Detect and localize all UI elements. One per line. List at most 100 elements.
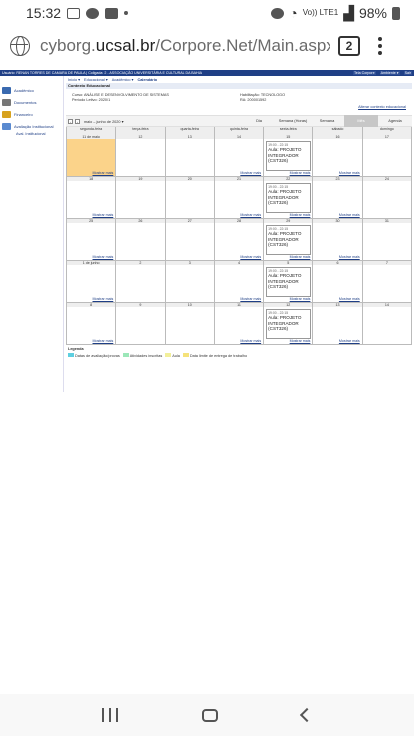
- top-link-ambiente[interactable]: Ambiente ▾: [379, 71, 400, 75]
- calendar-day[interactable]: 24: [362, 177, 412, 218]
- calendar-day[interactable]: 22 19:00 - 22:15 Aula: PROJETO INTEGRADOR (C…: [264, 177, 314, 218]
- calendar-day[interactable]: 8 Mostrar mais: [67, 303, 117, 344]
- calendar-day[interactable]: 2: [116, 261, 166, 302]
- calendar-day[interactable]: 11 Mostrar mais: [214, 303, 265, 344]
- view-semana-horas[interactable]: Semana (Horas): [276, 115, 310, 127]
- breadcrumb-educacional[interactable]: Educacional ▾: [84, 77, 108, 82]
- day-number: 15: [264, 135, 313, 139]
- calendar-day[interactable]: 15 19:00 - 22:15 Aula: PROJETO INTEGRADOR (C…: [264, 135, 314, 176]
- calendar-day[interactable]: 21 Mostrar mais: [214, 177, 265, 218]
- show-more-link[interactable]: Mostrar mais: [339, 255, 360, 259]
- view-mes[interactable]: Mês: [344, 115, 378, 127]
- show-more-link[interactable]: Mostrar mais: [93, 297, 114, 301]
- calendar-day[interactable]: 1 de junho Mostrar mais: [67, 261, 117, 302]
- calendar-day[interactable]: 3: [165, 261, 215, 302]
- calendar-day[interactable]: 11 de maio Mostrar mais: [67, 135, 117, 176]
- calendar-day[interactable]: 5 19:00 - 22:15 Aula: PROJETO INTEGRADOR (CS…: [264, 261, 314, 302]
- show-more-link[interactable]: Mostrar mais: [290, 255, 311, 259]
- day-number: 29: [264, 219, 313, 223]
- tab-switcher-button[interactable]: 2: [338, 36, 360, 56]
- change-context-link[interactable]: Alterar contexto educacional: [358, 105, 406, 109]
- periodo-text: Período Letivo: 2020/1: [72, 98, 111, 102]
- view-agenda[interactable]: Agenda: [378, 115, 412, 127]
- calendar-day[interactable]: 17: [362, 135, 412, 176]
- show-more-link[interactable]: Mostrar mais: [240, 255, 261, 259]
- weekday-label: sábado: [313, 127, 363, 135]
- back-icon[interactable]: [299, 707, 315, 723]
- calendar-day[interactable]: 4 Mostrar mais: [214, 261, 265, 302]
- calendar-day[interactable]: 25 Mostrar mais: [67, 219, 117, 260]
- browser-menu-icon[interactable]: [378, 37, 382, 55]
- calendar-day[interactable]: 19: [116, 177, 166, 218]
- sidebar-item-academico[interactable]: Acadêmico: [0, 84, 63, 96]
- day-number: 23: [313, 177, 362, 181]
- recent-apps-icon[interactable]: [102, 708, 118, 722]
- day-number: 22: [264, 177, 313, 181]
- day-number: 20: [165, 177, 214, 181]
- event-line3: (CST326): [268, 284, 289, 289]
- date-range-selector[interactable]: maio – junho de 2020 ▾: [84, 119, 123, 124]
- next-button[interactable]: ›: [75, 118, 80, 124]
- top-link-sair[interactable]: Sair: [403, 71, 412, 75]
- calendar-week: 18 Mostrar mais 19 20 21 Mostrar mais 22 19:00 …: [67, 177, 412, 219]
- show-more-link[interactable]: Mostrar mais: [93, 255, 114, 259]
- show-more-link[interactable]: Mostrar mais: [290, 213, 311, 217]
- calendar-event[interactable]: 19:00 - 22:15 Aula: PROJETO INTEGRADOR (CST…: [266, 225, 312, 255]
- prev-button[interactable]: ‹: [68, 118, 73, 124]
- show-more-link[interactable]: Mostrar mais: [240, 339, 261, 343]
- show-more-link[interactable]: Mostrar mais: [240, 297, 261, 301]
- day-number: 28: [214, 219, 264, 223]
- show-more-link[interactable]: Mostrar mais: [240, 171, 261, 175]
- calendar-day[interactable]: 14 Mostrar mais: [214, 135, 265, 176]
- calendar-day[interactable]: 23 Mostrar mais: [313, 177, 363, 218]
- calendar-day[interactable]: 6 Mostrar mais: [313, 261, 363, 302]
- sidebar-item-label: Financeiro: [14, 111, 33, 117]
- sidebar-item-financeiro[interactable]: Financeiro: [0, 108, 63, 120]
- breadcrumb-academico[interactable]: Acadêmico ▾: [112, 77, 134, 82]
- calendar-day[interactable]: 12: [116, 135, 166, 176]
- calendar-day[interactable]: 10: [165, 303, 215, 344]
- calendar-day[interactable]: 16 Mostrar mais: [313, 135, 363, 176]
- android-nav-bar: [0, 694, 414, 736]
- calendar-day[interactable]: 27: [165, 219, 215, 260]
- calendar-day[interactable]: 30 Mostrar mais: [313, 219, 363, 260]
- url-field[interactable]: cyborg.ucsal.br/Corpore.Net/Main.aspx?: [40, 36, 330, 56]
- weekday-label: quinta-feira: [215, 127, 265, 135]
- sidebar-subitem-aval[interactable]: Aval. Institucional: [0, 132, 63, 137]
- calendar-event[interactable]: 19:00 - 22:15 Aula: PROJETO INTEGRADOR (CST…: [266, 183, 312, 213]
- show-more-link[interactable]: Mostrar mais: [339, 213, 360, 217]
- show-more-link[interactable]: Mostrar mais: [93, 171, 114, 175]
- calendar-day[interactable]: 29 19:00 - 22:15 Aula: PROJETO INTEGRADOR (C…: [264, 219, 314, 260]
- view-semana[interactable]: Semana: [310, 115, 344, 127]
- show-more-link[interactable]: Mostrar mais: [339, 171, 360, 175]
- calendar-day[interactable]: 9: [116, 303, 166, 344]
- sidebar-item-documentos[interactable]: Documentos: [0, 96, 63, 108]
- top-link-tela[interactable]: Tela Corpore: [353, 71, 376, 75]
- calendar-day[interactable]: 26: [116, 219, 166, 260]
- home-icon[interactable]: [202, 708, 218, 722]
- calendar-day[interactable]: 18 Mostrar mais: [67, 177, 117, 218]
- calendar-event[interactable]: 19:00 - 22:15 Aula: PROJETO INTEGRADOR (CST…: [266, 267, 312, 297]
- calendar-day[interactable]: 7: [362, 261, 412, 302]
- show-more-link[interactable]: Mostrar mais: [290, 339, 311, 343]
- show-more-link[interactable]: Mostrar mais: [240, 213, 261, 217]
- show-more-link[interactable]: Mostrar mais: [290, 297, 311, 301]
- calendar-day[interactable]: 31: [362, 219, 412, 260]
- calendar-day[interactable]: 13 Mostrar mais: [313, 303, 363, 344]
- breadcrumb-inicio[interactable]: Início ▾: [68, 77, 80, 82]
- show-more-link[interactable]: Mostrar mais: [93, 213, 114, 217]
- show-more-link[interactable]: Mostrar mais: [93, 339, 114, 343]
- battery-level: 98%: [358, 5, 387, 21]
- calendar-day[interactable]: 20: [165, 177, 215, 218]
- view-dia[interactable]: Dia: [242, 115, 276, 127]
- calendar-day[interactable]: 13: [165, 135, 215, 176]
- calendar-event[interactable]: 19:00 - 22:15 Aula: PROJETO INTEGRADOR (CST…: [266, 309, 312, 339]
- calendar-day[interactable]: 12 19:00 - 22:15 Aula: PROJETO INTEGRADOR (C…: [264, 303, 314, 344]
- show-more-link[interactable]: Mostrar mais: [339, 339, 360, 343]
- sidebar-item-avaliacao[interactable]: Avaliação Institucional: [0, 120, 63, 132]
- show-more-link[interactable]: Mostrar mais: [290, 171, 311, 175]
- calendar-day[interactable]: 28 Mostrar mais: [214, 219, 265, 260]
- show-more-link[interactable]: Mostrar mais: [339, 297, 360, 301]
- calendar-event[interactable]: 19:00 - 22:15 Aula: PROJETO INTEGRADOR (CST…: [266, 141, 312, 171]
- calendar-day[interactable]: 14: [362, 303, 412, 344]
